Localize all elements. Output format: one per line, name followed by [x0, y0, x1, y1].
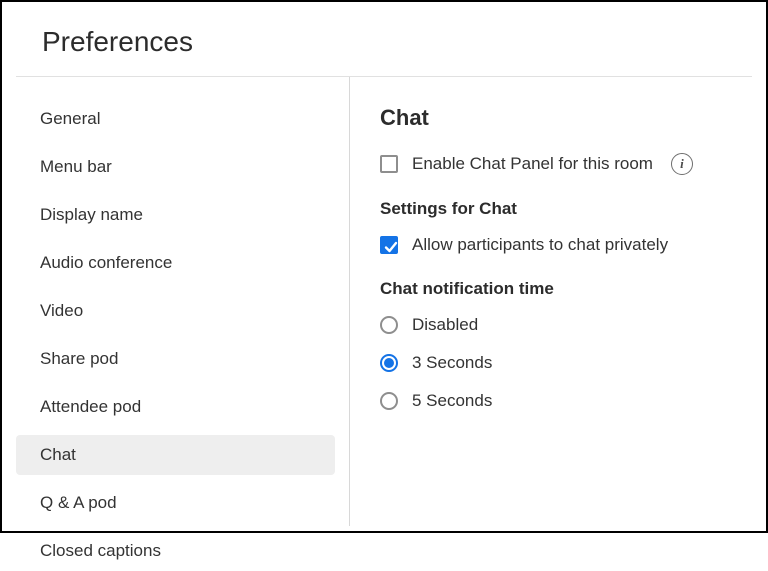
chat-notification-time-heading: Chat notification time [380, 279, 736, 299]
sidebar-item-audio-conference[interactable]: Audio conference [16, 243, 335, 283]
sidebar-item-q-a-pod[interactable]: Q & A pod [16, 483, 335, 523]
sidebar-item-display-name[interactable]: Display name [16, 195, 335, 235]
chat-notification-time-group: Disabled 3 Seconds 5 Seconds [380, 315, 736, 411]
radio-label: Disabled [412, 315, 478, 335]
notification-option-disabled[interactable]: Disabled [380, 315, 736, 335]
radio-button[interactable] [380, 354, 398, 372]
sidebar-item-video[interactable]: Video [16, 291, 335, 331]
radio-label: 5 Seconds [412, 391, 492, 411]
dialog-header: Preferences [2, 2, 766, 76]
preferences-dialog: Preferences General Menu bar Display name A… [2, 2, 766, 531]
info-icon[interactable]: i [671, 153, 693, 175]
sidebar-item-general[interactable]: General [16, 99, 335, 139]
sidebar-item-closed-captions[interactable]: Closed captions [16, 531, 335, 571]
allow-private-chat-label: Allow participants to chat privately [412, 235, 668, 255]
dialog-body: General Menu bar Display name Audio confere… [2, 77, 766, 526]
page-title: Preferences [42, 26, 726, 58]
notification-option-5-seconds[interactable]: 5 Seconds [380, 391, 736, 411]
radio-button[interactable] [380, 316, 398, 334]
allow-private-chat-checkbox[interactable] [380, 236, 398, 254]
enable-chat-panel-option[interactable]: Enable Chat Panel for this room i [380, 153, 736, 175]
radio-button[interactable] [380, 392, 398, 410]
sidebar-item-share-pod[interactable]: Share pod [16, 339, 335, 379]
preferences-content: Chat Enable Chat Panel for this room i S… [350, 77, 766, 526]
settings-for-chat-heading: Settings for Chat [380, 199, 736, 219]
sidebar-item-attendee-pod[interactable]: Attendee pod [16, 387, 335, 427]
enable-chat-panel-label: Enable Chat Panel for this room [412, 154, 653, 174]
enable-chat-panel-checkbox[interactable] [380, 155, 398, 173]
content-heading: Chat [380, 105, 736, 131]
sidebar-item-chat[interactable]: Chat [16, 435, 335, 475]
allow-private-chat-option[interactable]: Allow participants to chat privately [380, 235, 736, 255]
preferences-sidebar: General Menu bar Display name Audio confere… [2, 77, 350, 526]
sidebar-item-menu-bar[interactable]: Menu bar [16, 147, 335, 187]
notification-option-3-seconds[interactable]: 3 Seconds [380, 353, 736, 373]
radio-label: 3 Seconds [412, 353, 492, 373]
